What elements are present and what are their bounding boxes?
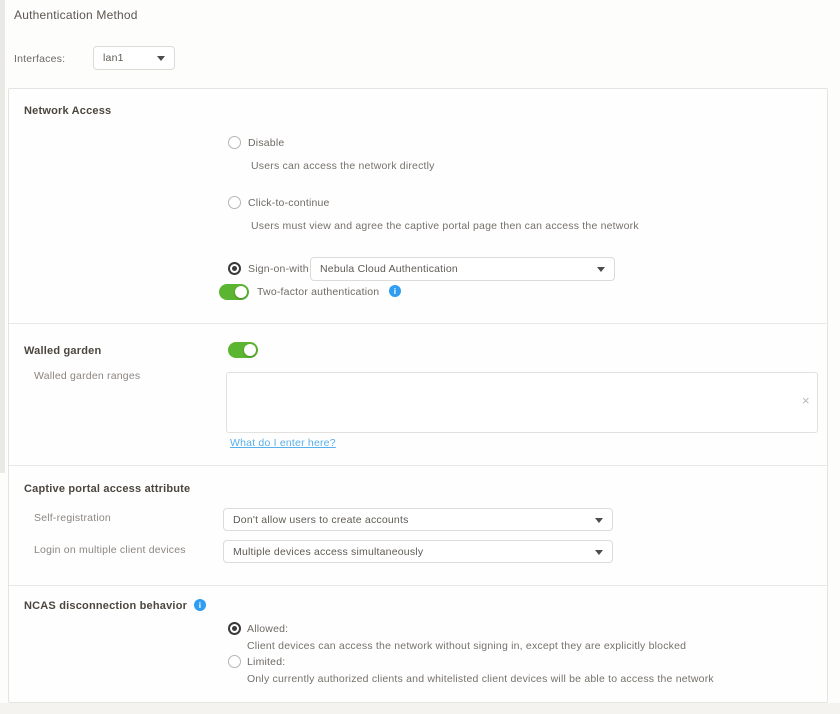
- chevron-down-icon: [595, 518, 603, 523]
- radio-limited-description: Only currently authorized clients and wh…: [247, 673, 714, 685]
- self-registration-value: Don't allow users to create accounts: [233, 514, 409, 526]
- page-left-edge: [0, 0, 5, 473]
- interfaces-label: Interfaces:: [14, 53, 65, 65]
- authentication-method-page: Authentication Method Interfaces: lan1 N…: [0, 0, 840, 714]
- radio-click-to-continue[interactable]: [228, 196, 241, 209]
- walled-garden-ranges-label: Walled garden ranges: [34, 370, 140, 382]
- radio-sign-on-with[interactable]: [228, 262, 241, 275]
- info-icon[interactable]: i: [194, 599, 206, 611]
- radio-allowed[interactable]: [228, 622, 241, 635]
- radio-disable-description: Users can access the network directly: [251, 160, 435, 172]
- walled-garden-heading: Walled garden: [24, 345, 101, 357]
- self-registration-label: Self-registration: [34, 512, 111, 524]
- radio-limited[interactable]: [228, 655, 241, 668]
- section-divider: [9, 465, 827, 466]
- sign-on-method-value: Nebula Cloud Authentication: [320, 263, 458, 275]
- ncas-heading: NCAS disconnection behavior: [24, 600, 187, 612]
- radio-allowed-description: Client devices can access the network wi…: [247, 640, 686, 652]
- chevron-down-icon: [157, 56, 165, 61]
- network-access-heading: Network Access: [24, 105, 111, 117]
- section-divider: [9, 585, 827, 586]
- radio-click-to-continue-label[interactable]: Click-to-continue: [248, 197, 330, 209]
- chevron-down-icon: [597, 267, 605, 272]
- chevron-down-icon: [595, 550, 603, 555]
- radio-disable[interactable]: [228, 136, 241, 149]
- multi-device-login-select[interactable]: Multiple devices access simultaneously: [223, 540, 613, 563]
- radio-disable-label[interactable]: Disable: [248, 137, 284, 149]
- walled-garden-toggle[interactable]: [228, 342, 258, 358]
- multi-device-login-label: Login on multiple client devices: [34, 544, 186, 556]
- radio-limited-label[interactable]: Limited:: [247, 656, 285, 668]
- captive-portal-heading: Captive portal access attribute: [24, 483, 190, 495]
- two-factor-toggle[interactable]: [219, 284, 249, 300]
- section-divider: [9, 323, 827, 324]
- walled-garden-help-link[interactable]: What do I enter here?: [230, 437, 336, 449]
- radio-sign-on-with-label[interactable]: Sign-on-with: [248, 263, 309, 275]
- radio-click-to-continue-description: Users must view and agree the captive po…: [251, 220, 639, 232]
- walled-garden-ranges-input[interactable]: [226, 372, 818, 433]
- page-bottom-edge: [0, 703, 840, 714]
- multi-device-login-value: Multiple devices access simultaneously: [233, 546, 423, 558]
- info-icon[interactable]: i: [389, 285, 401, 297]
- page-title: Authentication Method: [14, 8, 138, 22]
- radio-allowed-label[interactable]: Allowed:: [247, 623, 288, 635]
- self-registration-select[interactable]: Don't allow users to create accounts: [223, 508, 613, 531]
- interfaces-select[interactable]: lan1: [93, 46, 175, 70]
- two-factor-label: Two-factor authentication: [257, 286, 379, 298]
- sign-on-method-select[interactable]: Nebula Cloud Authentication: [310, 257, 615, 281]
- clear-icon[interactable]: ×: [802, 393, 810, 408]
- interfaces-select-value: lan1: [103, 52, 124, 64]
